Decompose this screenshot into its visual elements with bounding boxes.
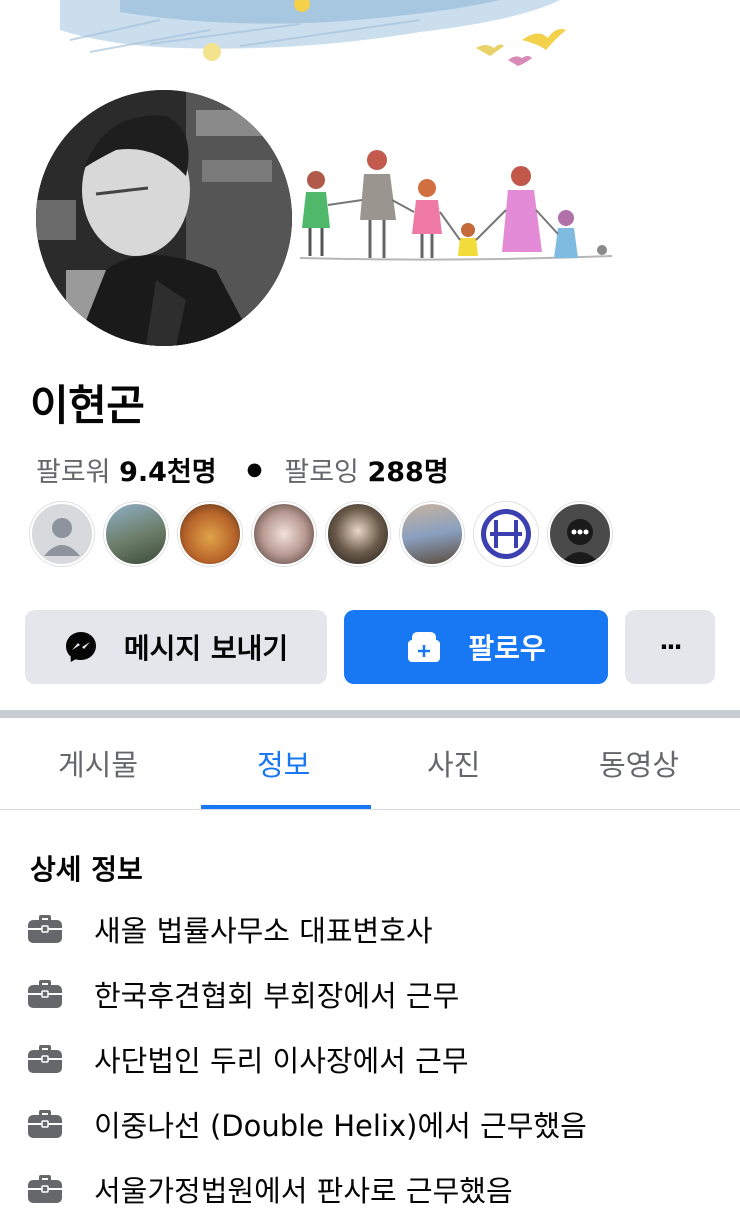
friend-avatar[interactable]: [548, 502, 612, 566]
tab-photos[interactable]: 사진: [427, 742, 480, 784]
briefcase-icon: [28, 1109, 94, 1138]
friend-avatar-logo[interactable]: [474, 502, 538, 566]
profile-tabs: 게시물 정보 사진 동영상: [0, 718, 740, 810]
following-link[interactable]: 팔로잉 288명: [284, 450, 448, 489]
profile-avatar[interactable]: [32, 86, 296, 350]
briefcase-icon: [28, 1044, 94, 1073]
detail-text: 이중나선 (Double Helix)에서 근무했음: [94, 1108, 587, 1143]
tab-about[interactable]: 정보: [257, 742, 310, 784]
details-list: 새올 법률사무소 대표변호사 한국후견협회 부회장에서 근무 사단법인 두리 이…: [28, 896, 728, 1218]
profile-name: 이현곤: [30, 381, 145, 430]
list-item: 새올 법률사무소 대표변호사: [28, 896, 728, 961]
followers-label: 팔로워: [36, 457, 111, 488]
following-label: 팔로잉: [284, 457, 359, 488]
follow-button-label: 팔로우: [468, 632, 546, 665]
section-divider: [0, 710, 740, 718]
mutual-friends-row: [30, 502, 612, 566]
follow-stats: 팔로워 9.4천명 ● 팔로잉 288명: [36, 450, 449, 489]
details-title: 상세 정보: [30, 853, 143, 886]
followers-count: 9.4천명: [119, 457, 217, 488]
active-tab-indicator: [201, 805, 371, 809]
friend-avatar[interactable]: [400, 502, 464, 566]
tab-videos[interactable]: 동영상: [599, 742, 679, 784]
detail-text: 한국후견협회 부회장에서 근무: [94, 978, 460, 1013]
detail-text: 사단법인 두리 이사장에서 근무: [94, 1043, 469, 1078]
list-item: 이중나선 (Double Helix)에서 근무했음: [28, 1091, 728, 1156]
list-item: 서울가정법원에서 판사로 근무했음: [28, 1156, 728, 1218]
tab-posts[interactable]: 게시물: [58, 742, 138, 784]
profile-page: 이현곤 팔로워 9.4천명 ● 팔로잉 288명 메시지 보내기 팔로우 ···…: [0, 0, 740, 1218]
briefcase-icon: [28, 979, 94, 1008]
detail-text: 새올 법률사무소 대표변호사: [94, 913, 433, 948]
messenger-icon: [64, 630, 98, 664]
separator-dot: ●: [246, 459, 263, 480]
detail-text: 서울가정법원에서 판사로 근무했음: [94, 1173, 513, 1208]
friend-avatar[interactable]: [104, 502, 168, 566]
follow-button[interactable]: 팔로우: [344, 610, 608, 684]
following-count: 288명: [367, 457, 449, 488]
list-item: 사단법인 두리 이사장에서 근무: [28, 1026, 728, 1091]
briefcase-icon: [28, 1174, 94, 1203]
friend-avatar-default[interactable]: [30, 502, 94, 566]
list-item: 한국후견협회 부회장에서 근무: [28, 961, 728, 1026]
friend-avatar[interactable]: [178, 502, 242, 566]
follow-plus-icon: [406, 630, 442, 664]
more-options-button[interactable]: ···: [625, 610, 715, 684]
briefcase-icon: [28, 914, 94, 943]
friend-avatar[interactable]: [252, 502, 316, 566]
followers-link[interactable]: 팔로워 9.4천명: [36, 450, 217, 489]
more-options-icon: ···: [659, 633, 682, 661]
message-button-label: 메시지 보내기: [123, 632, 289, 665]
friend-avatar[interactable]: [326, 502, 390, 566]
message-button[interactable]: 메시지 보내기: [25, 610, 327, 684]
